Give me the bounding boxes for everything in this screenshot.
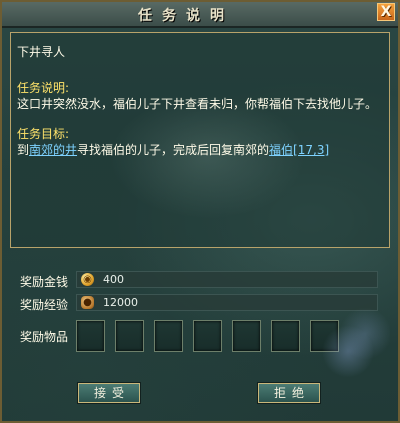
quest-goal-text: 到南郊的井寻找福伯的儿子，完成后回复南郊的福伯[17,3]	[17, 141, 329, 158]
quest-description-panel: 下井寻人 任务说明: 这口井突然没水，福伯儿子下井查看未归，你帮福伯下去找他儿子…	[10, 32, 390, 248]
reward-exp-label: 奖励经验	[20, 298, 69, 312]
accept-button[interactable]: 接受	[78, 383, 140, 403]
goal-middle: 寻找福伯的儿子，完成后回复南郊的	[77, 143, 270, 157]
reward-item-slot[interactable]	[193, 320, 222, 352]
quest-goal-label: 任务目标:	[17, 127, 70, 141]
dialog-title: 任务说明	[138, 8, 234, 24]
quest-desc-text: 这口井突然没水，福伯儿子下井查看未归，你帮福伯下去找他儿子。	[17, 97, 378, 111]
goal-prefix: 到	[17, 143, 30, 157]
reward-exp-value: 12000	[103, 296, 138, 309]
quest-name: 下井寻人	[17, 45, 66, 59]
reward-money-bar: ◉ 400	[76, 271, 378, 288]
quest-desc-label: 任务说明:	[17, 81, 70, 95]
close-button[interactable]: X	[377, 3, 395, 21]
reject-button[interactable]: 拒绝	[258, 383, 320, 403]
reward-item-slot[interactable]	[115, 320, 144, 352]
reward-item-slot[interactable]	[232, 320, 261, 352]
reward-item-slot[interactable]	[271, 320, 300, 352]
goal-npc-link[interactable]: 福伯[17,3]	[269, 143, 329, 157]
reward-items-label: 奖励物品	[20, 330, 69, 344]
reward-item-slot[interactable]	[76, 320, 105, 352]
reward-money-label: 奖励金钱	[20, 275, 69, 289]
exp-pouch-icon: ●	[81, 296, 94, 309]
coin-icon: ◉	[81, 273, 94, 286]
background-flower-decoration	[320, 302, 390, 392]
reward-item-slot[interactable]	[154, 320, 183, 352]
reward-money-value: 400	[103, 273, 124, 286]
quest-dialog: 任务说明 X 下井寻人 任务说明: 这口井突然没水，福伯儿子下井查看未归，你帮福…	[0, 0, 400, 423]
goal-place-link[interactable]: 南郊的井	[29, 143, 77, 157]
title-bar[interactable]: 任务说明 X	[2, 2, 398, 28]
